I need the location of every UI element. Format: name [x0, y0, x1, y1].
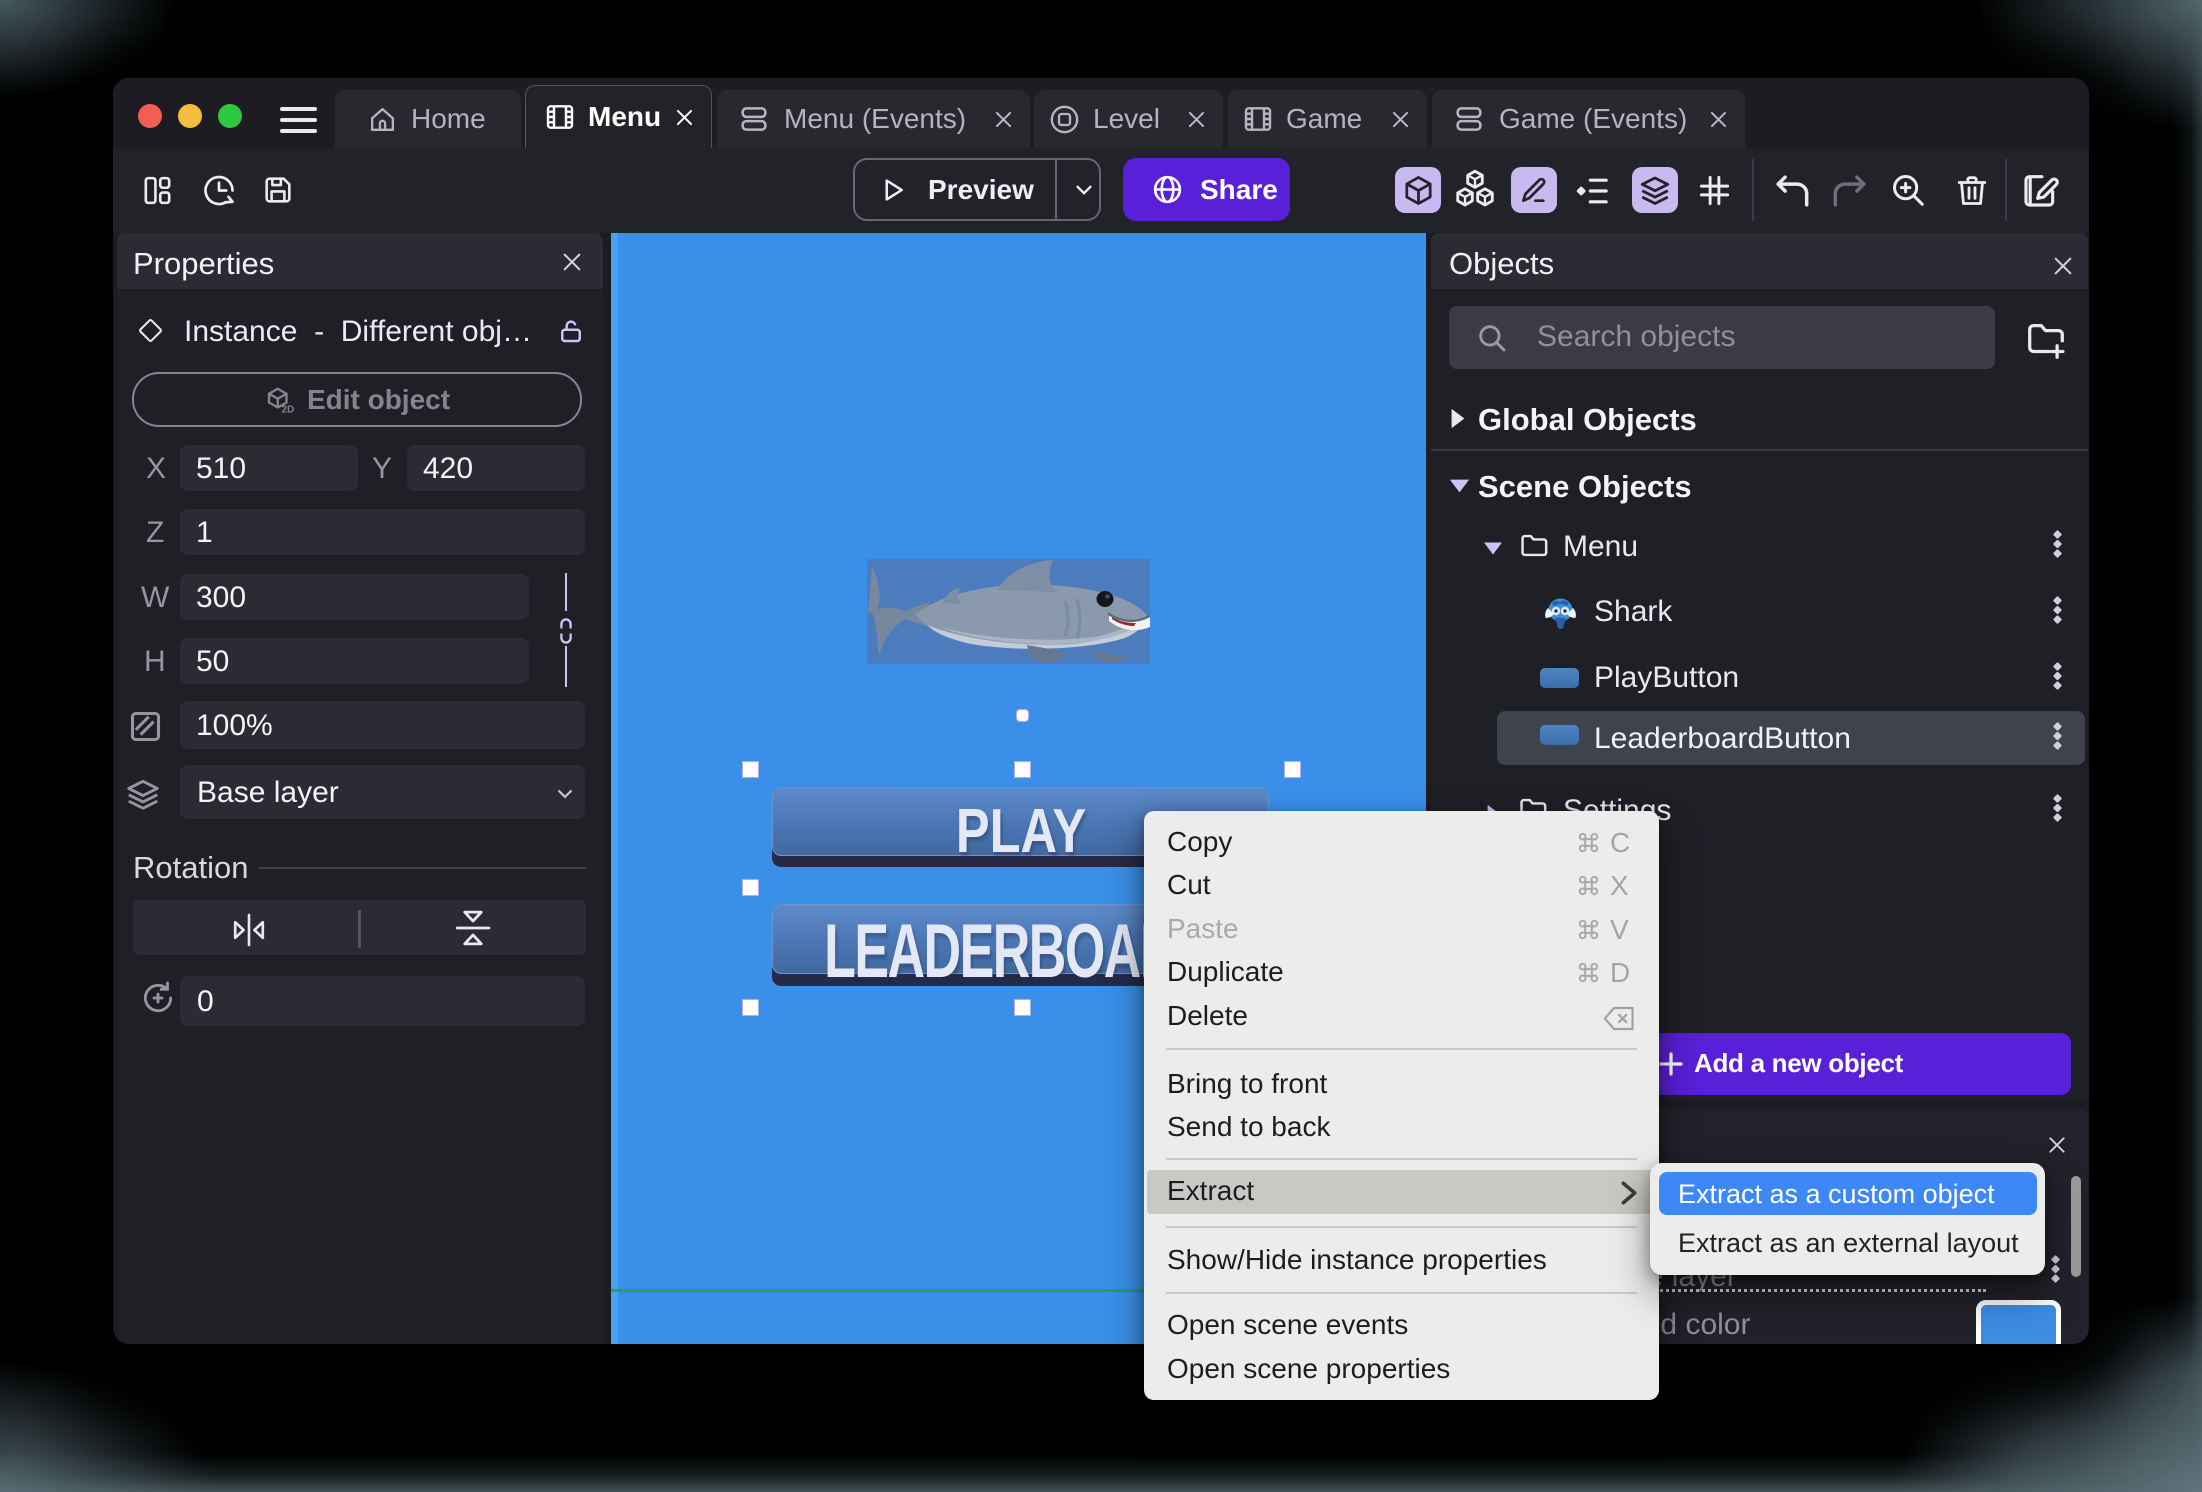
svg-text:2D: 2D — [281, 404, 294, 415]
